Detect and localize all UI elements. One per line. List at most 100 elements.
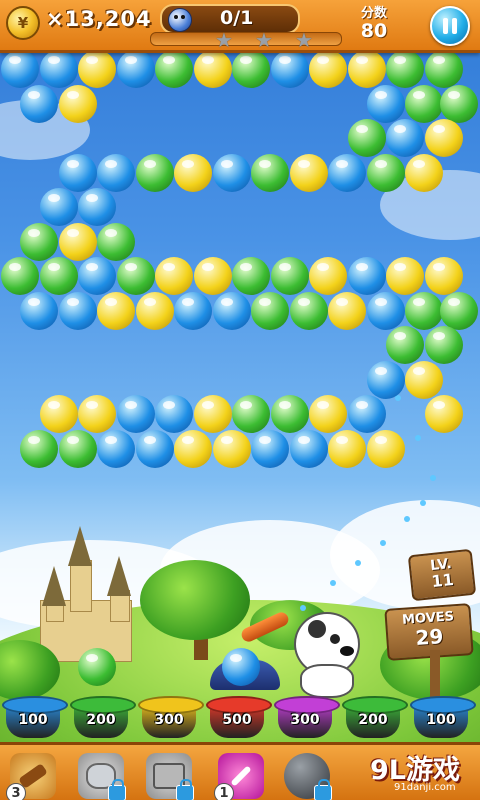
bubble — [328, 291, 366, 330]
castle-roof — [107, 556, 131, 596]
line-powerup[interactable]: 1 — [214, 753, 264, 800]
bubble — [155, 257, 193, 295]
castle-roof — [42, 566, 66, 606]
bubble — [270, 395, 309, 433]
pot-value: 200 — [86, 712, 116, 728]
bubble — [251, 291, 289, 330]
pause-icon — [443, 18, 448, 34]
bubble — [289, 429, 328, 468]
bubble — [39, 395, 78, 433]
score-pot: 300 — [138, 696, 204, 740]
sign-post — [430, 650, 440, 700]
bubble — [366, 291, 405, 330]
bubble — [97, 291, 135, 330]
pencil-icon — [230, 765, 252, 787]
bubble — [366, 429, 405, 468]
bubble — [347, 119, 386, 157]
pot-value: 500 — [222, 712, 252, 728]
cannonball-powerup[interactable] — [284, 753, 332, 800]
bubble — [174, 153, 212, 192]
pot-value: 100 — [18, 712, 48, 728]
aim-dot — [355, 560, 361, 566]
bubble — [78, 50, 116, 88]
bubble — [386, 257, 424, 295]
bubble — [386, 119, 424, 157]
bubble — [193, 257, 232, 295]
bubble — [251, 429, 289, 468]
score-value: 80 — [360, 20, 388, 42]
bubble — [97, 153, 135, 192]
hammer-powerup[interactable]: 3 — [6, 753, 56, 800]
moves-sign: MOVES 29 — [384, 603, 474, 661]
tree — [140, 560, 250, 640]
aim-dot — [415, 435, 421, 441]
bubble — [366, 360, 405, 399]
bubble — [155, 395, 193, 433]
bubble — [424, 257, 463, 295]
bubble — [347, 50, 386, 88]
bubble — [155, 50, 193, 88]
bubble — [20, 291, 58, 330]
score-pot: 200 — [70, 696, 136, 740]
dog-body — [300, 664, 354, 698]
bubble — [440, 291, 478, 330]
line-count: 1 — [214, 783, 234, 800]
bubble — [309, 257, 347, 295]
bubble — [270, 50, 309, 88]
bubble — [78, 395, 116, 433]
level-sign: LV. 11 — [407, 548, 477, 602]
bubble — [39, 257, 78, 295]
bubble — [58, 222, 97, 261]
bubble — [20, 222, 58, 261]
pot-value: 300 — [154, 712, 184, 728]
bubble — [58, 153, 97, 192]
moves-count: 29 — [414, 624, 445, 650]
castle-roof — [68, 526, 92, 566]
aim-dot — [404, 516, 410, 522]
loaded-bubble[interactable] — [222, 648, 260, 686]
pot-value: 200 — [358, 712, 388, 728]
chest-powerup[interactable] — [146, 753, 194, 800]
bubble — [289, 291, 328, 330]
coin-icon: ¥ — [6, 6, 40, 40]
star-icon: ★ — [295, 28, 313, 52]
bomb-powerup[interactable] — [78, 753, 126, 800]
pause-button[interactable] — [430, 6, 470, 46]
bubble — [212, 291, 251, 330]
bubble — [251, 153, 289, 192]
aim-dot — [430, 475, 436, 481]
bubble — [135, 429, 174, 468]
bubble — [328, 153, 366, 192]
bubble — [347, 395, 386, 433]
lock-icon — [176, 779, 194, 800]
bubble — [424, 119, 463, 157]
bubble — [440, 84, 478, 123]
pot-value: 300 — [290, 712, 320, 728]
bubble — [405, 291, 443, 330]
bubble — [424, 326, 463, 364]
next-bubble[interactable] — [78, 648, 116, 686]
game-scene[interactable]: LV. 11 MOVES 29 100 200 300 500 300 200 100 ¥ … — [0, 0, 480, 800]
pot-value: 100 — [426, 712, 456, 728]
bubble — [174, 429, 212, 468]
bubble — [405, 84, 443, 123]
bubble — [347, 257, 386, 295]
star-icon: ★ — [215, 28, 233, 52]
bubble — [39, 50, 78, 88]
bubble — [20, 84, 58, 123]
castle-tower — [70, 560, 92, 612]
bubble — [58, 291, 97, 330]
bubble — [309, 395, 347, 433]
coin-count: ×13,204 — [46, 7, 152, 31]
score-progress-bar — [150, 32, 342, 46]
bubble — [58, 429, 97, 468]
bubble — [232, 257, 270, 295]
bubble — [78, 188, 116, 226]
hammer-count: 3 — [6, 783, 26, 800]
brand-url: 91danji.com — [394, 782, 456, 793]
bubble — [366, 84, 405, 123]
bubble — [309, 50, 347, 88]
aim-dot — [420, 500, 426, 506]
score-pot: 200 — [342, 696, 408, 740]
bubble — [424, 395, 463, 433]
